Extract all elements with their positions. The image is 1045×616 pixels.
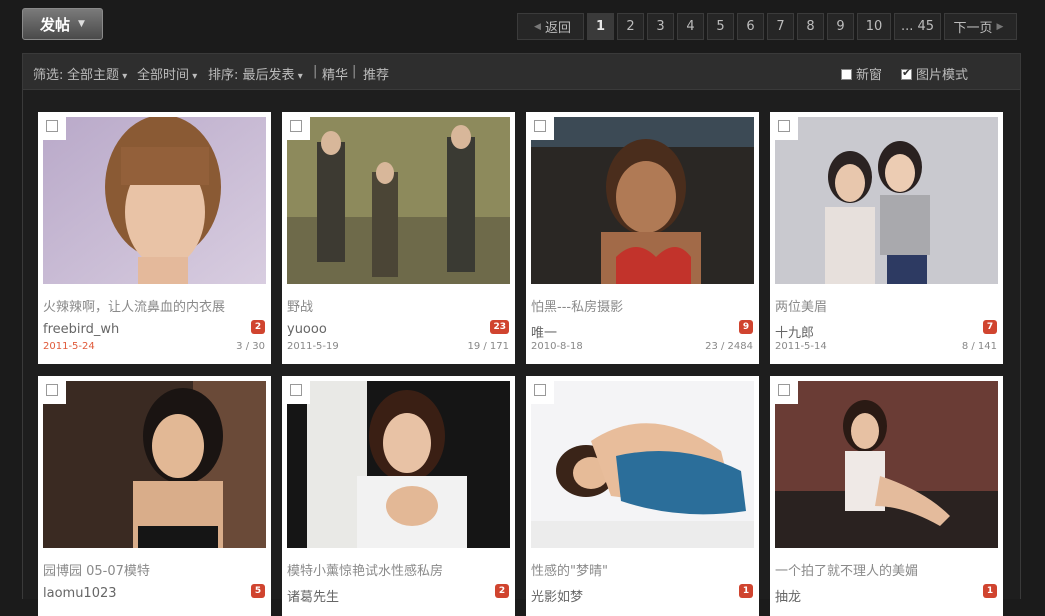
reply-badge: 1	[739, 584, 753, 598]
post-date: 2011-5-19	[287, 341, 339, 352]
chevron-right-icon: ▶	[996, 21, 1004, 32]
post-card[interactable]: 一个拍了就不理人的美媚 抽龙 1	[770, 376, 1003, 616]
reply-badge: 2	[251, 320, 265, 334]
digest-link[interactable]: 精华	[322, 64, 348, 83]
post-author[interactable]: 光影如梦	[531, 586, 583, 605]
page-link[interactable]: 9	[827, 13, 854, 40]
post-author[interactable]: 诸葛先生	[287, 586, 339, 605]
post-grid: 火辣辣啊，让人流鼻血的内衣展 freebird_wh 2 2011-5-24 3…	[22, 90, 1021, 616]
post-title[interactable]: 野战	[287, 296, 313, 315]
select-checkbox[interactable]	[282, 376, 310, 404]
post-stats: 8 / 141	[961, 341, 997, 352]
post-author[interactable]: 抽龙	[775, 586, 801, 605]
select-checkbox[interactable]	[282, 112, 310, 140]
post-stats: 3 / 30	[236, 341, 265, 352]
post-card[interactable]: 怕黑---私房摄影 唯一 9 2010-8-18 23 / 2484	[526, 112, 759, 364]
post-stats: 23 / 2484	[705, 341, 753, 352]
image-mode-label: 图片模式	[916, 68, 969, 83]
post-thumbnail[interactable]	[287, 381, 510, 548]
divider: |	[313, 64, 318, 79]
filter-topic-dropdown[interactable]: 全部主题	[67, 64, 127, 83]
post-card[interactable]: 性感的"梦晴" 光影如梦 1	[526, 376, 759, 616]
post-card[interactable]: 园博园 05-07模特 laomu1023 5	[38, 376, 271, 616]
divider: |	[352, 64, 357, 79]
post-thumbnail[interactable]	[775, 117, 998, 284]
reply-badge: 7	[983, 320, 997, 334]
pager-next-button[interactable]: 下一页 ▶	[944, 13, 1017, 40]
select-checkbox[interactable]	[38, 112, 66, 140]
page-link[interactable]: 7	[767, 13, 794, 40]
image-mode-toggle[interactable]: 图片模式	[901, 64, 968, 83]
pager-back-label: 返回	[544, 21, 571, 36]
reply-badge: 9	[739, 320, 753, 334]
post-title[interactable]: 模特小薰惊艳试水性感私房	[287, 560, 443, 579]
post-thumbnail[interactable]	[43, 381, 266, 548]
post-date: 2011-5-14	[775, 341, 827, 352]
post-card[interactable]: 火辣辣啊，让人流鼻血的内衣展 freebird_wh 2 2011-5-24 3…	[38, 112, 271, 364]
post-thumbnail[interactable]	[775, 381, 998, 548]
filter-label: 筛选:	[33, 68, 64, 83]
select-checkbox[interactable]	[526, 112, 554, 140]
reply-badge: 23	[490, 320, 509, 334]
reply-badge: 1	[983, 584, 997, 598]
post-button[interactable]: 发帖 ▼	[22, 8, 103, 40]
reply-badge: 5	[251, 584, 265, 598]
post-title[interactable]: 一个拍了就不理人的美媚	[775, 560, 918, 579]
post-author[interactable]: freebird_wh	[43, 322, 119, 337]
page-link[interactable]: 4	[677, 13, 704, 40]
sort-dropdown[interactable]: 排序: 最后发表	[208, 64, 303, 83]
pager-next-label: 下一页	[953, 21, 993, 36]
post-card[interactable]: 野战 yuooo 23 2011-5-19 19 / 171	[282, 112, 515, 364]
post-author[interactable]: yuooo	[287, 322, 327, 337]
post-card[interactable]: 两位美眉 十九郎 7 2011-5-14 8 / 141	[770, 112, 1003, 364]
post-stats: 19 / 171	[467, 341, 509, 352]
image-mode-checkbox[interactable]	[901, 66, 912, 80]
new-window-label: 新窗	[856, 68, 883, 83]
chevron-down-icon: ▼	[78, 19, 85, 29]
post-title[interactable]: 怕黑---私房摄影	[531, 296, 623, 315]
recommend-link[interactable]: 推荐	[363, 64, 389, 83]
page-link[interactable]: 1	[587, 13, 614, 40]
pager-back-button[interactable]: ◀ 返回	[517, 13, 584, 40]
select-checkbox[interactable]	[770, 376, 798, 404]
page-link-last[interactable]: ... 45	[894, 13, 941, 40]
post-button-label: 发帖	[40, 15, 71, 34]
post-title[interactable]: 园博园 05-07模特	[43, 560, 150, 579]
reply-badge: 2	[495, 584, 509, 598]
post-title[interactable]: 火辣辣啊，让人流鼻血的内衣展	[43, 296, 225, 315]
filter-bar: 筛选: 全部主题 全部时间 排序: 最后发表 | 精华 | 推荐 新窗 图片模式	[22, 53, 1021, 90]
page-link[interactable]: 5	[707, 13, 734, 40]
post-date: 2011-5-24	[43, 341, 95, 352]
post-thumbnail[interactable]	[43, 117, 266, 284]
select-checkbox[interactable]	[770, 112, 798, 140]
select-checkbox[interactable]	[526, 376, 554, 404]
post-date: 2010-8-18	[531, 341, 583, 352]
select-checkbox[interactable]	[38, 376, 66, 404]
post-title[interactable]: 性感的"梦晴"	[531, 560, 608, 579]
pagination: ◀ 返回 1 2 3 4 5 6 7 8 9 10 ... 45 下一页 ▶	[517, 13, 1017, 42]
new-window-checkbox[interactable]	[841, 69, 852, 80]
post-author[interactable]: 十九郎	[775, 322, 814, 341]
page-link[interactable]: 3	[647, 13, 674, 40]
filter-time-dropdown[interactable]: 全部时间	[137, 64, 197, 83]
page-link[interactable]: 10	[857, 13, 891, 40]
page-link[interactable]: 6	[737, 13, 764, 40]
post-card[interactable]: 模特小薰惊艳试水性感私房 诸葛先生 2	[282, 376, 515, 616]
post-thumbnail[interactable]	[287, 117, 510, 284]
new-window-toggle[interactable]: 新窗	[841, 64, 882, 83]
chevron-left-icon: ◀	[534, 21, 541, 32]
post-author[interactable]: 唯一	[531, 322, 557, 341]
page-link[interactable]: 2	[617, 13, 644, 40]
post-thumbnail[interactable]	[531, 117, 754, 284]
page-link[interactable]: 8	[797, 13, 824, 40]
post-thumbnail[interactable]	[531, 381, 754, 548]
post-title[interactable]: 两位美眉	[775, 296, 827, 315]
